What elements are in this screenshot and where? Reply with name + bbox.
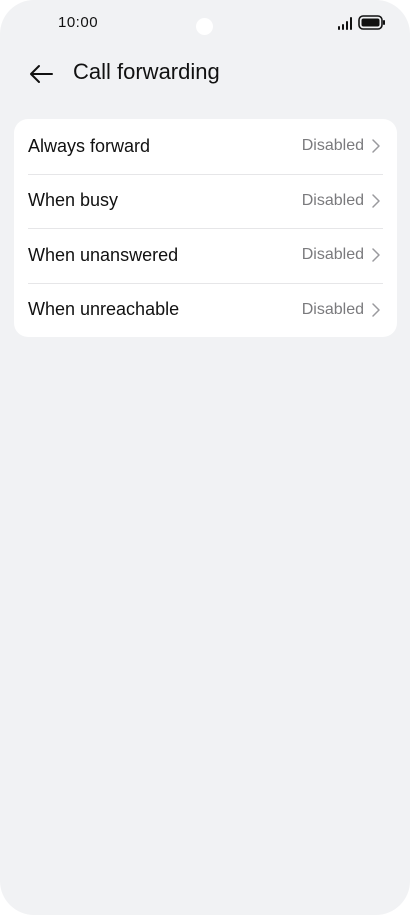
option-label: Always forward: [28, 135, 151, 156]
option-when-unreachable[interactable]: When unreachable Disabled: [14, 282, 397, 338]
chevron-right-icon: [371, 302, 381, 318]
option-status: Disabled: [301, 246, 364, 264]
status-icons: [338, 15, 386, 30]
forwarding-options-list: Always forward Disabled When busy Disabl…: [14, 119, 397, 337]
header: Call forwarding: [0, 54, 410, 94]
option-when-busy[interactable]: When busy Disabled: [14, 173, 397, 229]
option-label: When unanswered: [28, 244, 179, 265]
chevron-right-icon: [371, 247, 381, 263]
battery-icon: [358, 15, 385, 30]
back-button[interactable]: [26, 60, 56, 88]
arrow-left-icon: [30, 65, 53, 83]
option-status: Disabled: [301, 300, 364, 318]
page-title: Call forwarding: [73, 59, 220, 84]
status-time: 10:00: [58, 14, 99, 31]
option-when-unanswered[interactable]: When unanswered Disabled: [14, 228, 397, 283]
front-camera: [196, 18, 213, 35]
option-label: When unreachable: [28, 299, 180, 320]
chevron-right-icon: [371, 138, 381, 154]
signal-icon: [338, 17, 352, 30]
chevron-right-icon: [371, 193, 381, 209]
option-label: When busy: [28, 190, 119, 211]
status-bar: 10:00: [0, 0, 410, 46]
option-status: Disabled: [301, 191, 364, 209]
phone-screen: 10:00 Call forwarding Always forward Dis…: [0, 0, 410, 915]
option-always-forward[interactable]: Always forward Disabled: [14, 119, 397, 174]
option-status: Disabled: [301, 137, 364, 155]
